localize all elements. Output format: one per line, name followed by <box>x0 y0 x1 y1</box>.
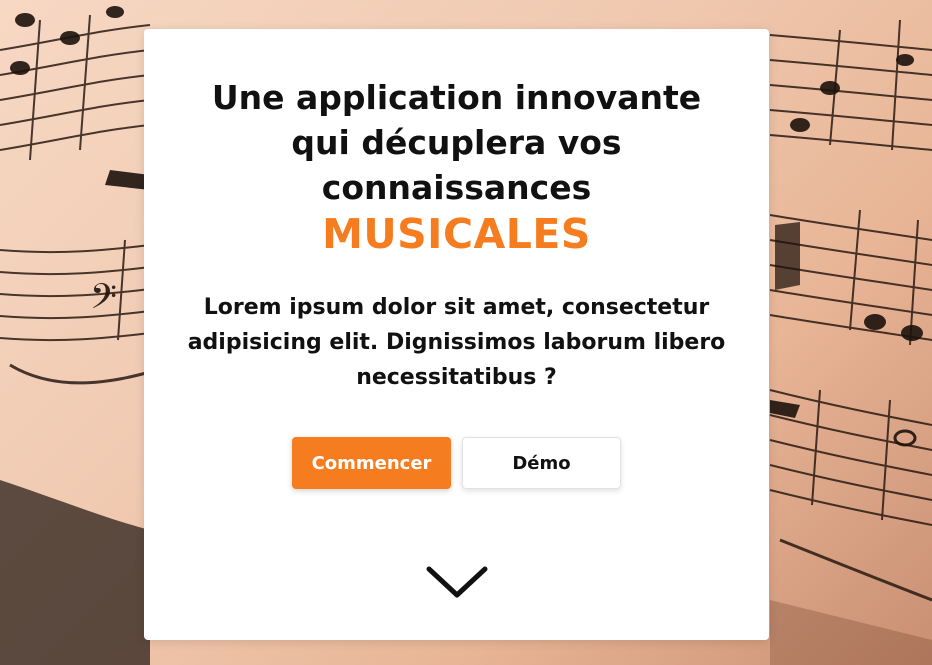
hero-highlight-word: MUSICALES <box>322 210 591 258</box>
hero-card: Une application innovante qui décuplera … <box>144 29 769 640</box>
chevron-down-icon[interactable] <box>425 563 489 603</box>
hero-title-text: Une application innovante qui décuplera … <box>211 78 702 207</box>
hero-button-group: Commencer Démo <box>144 437 769 489</box>
demo-button[interactable]: Démo <box>462 437 621 489</box>
svg-text:𝄢: 𝄢 <box>90 276 117 325</box>
hero-title: Une application innovante qui décuplera … <box>197 75 717 258</box>
start-button[interactable]: Commencer <box>292 437 451 489</box>
hero-description: Lorem ipsum dolor sit amet, consectetur … <box>187 295 726 390</box>
